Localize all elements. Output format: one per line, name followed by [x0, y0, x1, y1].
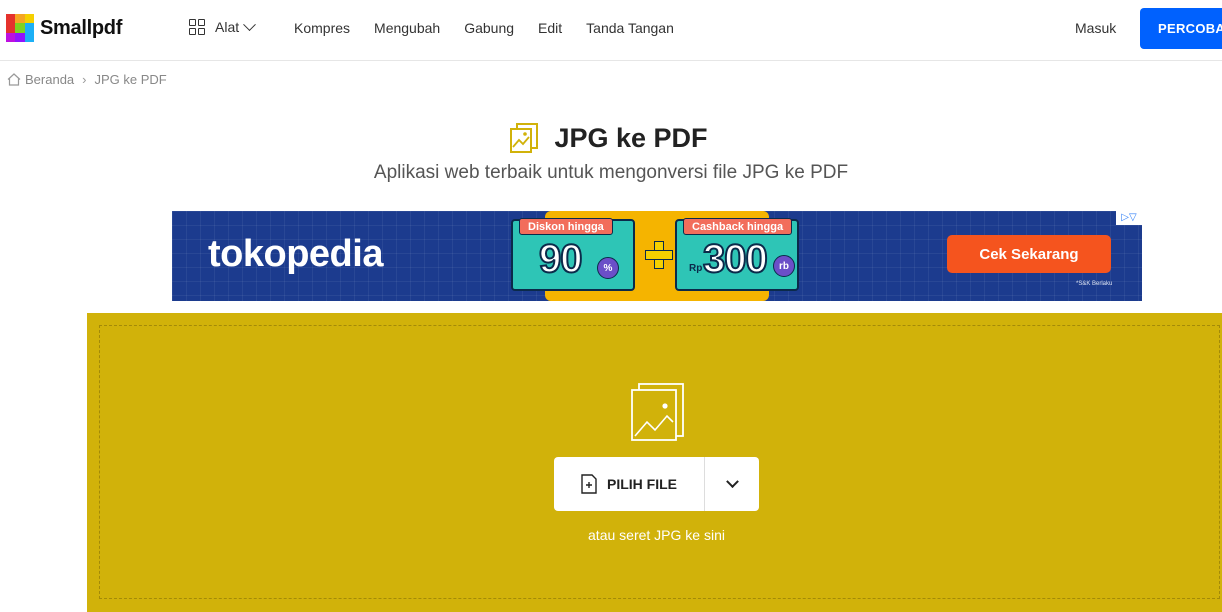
ad-choices-icon[interactable]: ▷▽	[1116, 211, 1142, 225]
nav-link-edit[interactable]: Edit	[538, 20, 562, 36]
pick-source-dropdown-button[interactable]	[705, 457, 759, 511]
ad-promo-cashback-value: 300	[702, 236, 769, 282]
ad-promo-cashback-badge: rb	[773, 255, 795, 277]
page-title-row: JPG ke PDF	[0, 122, 1222, 154]
ad-promo-cashback: Cashback hingga Rp 300 rb	[675, 218, 799, 291]
chevron-down-icon	[725, 474, 739, 488]
tools-menu-button[interactable]: Alat	[189, 17, 256, 35]
nav-link-gabung[interactable]: Gabung	[464, 20, 514, 36]
ad-promo-discount-label: Diskon hingga	[519, 218, 613, 235]
smallpdf-logo-icon	[6, 14, 34, 42]
main-nav: Kompres Mengubah Gabung Edit Tanda Tanga…	[294, 20, 698, 36]
ad-cta-button[interactable]: Cek Sekarang	[947, 235, 1111, 273]
ad-brand-logo: tokopedia	[208, 233, 383, 275]
brand-logo[interactable]: Smallpdf	[6, 14, 122, 42]
pick-file-button[interactable]: PILIH FILE	[554, 457, 704, 511]
ad-promo-cashback-label: Cashback hingga	[683, 218, 793, 235]
page-title: JPG ke PDF	[554, 122, 708, 153]
breadcrumb-current: JPG ke PDF	[94, 72, 167, 87]
breadcrumb-separator: ›	[82, 72, 87, 87]
nav-link-mengubah[interactable]: Mengubah	[374, 20, 440, 36]
ad-banner[interactable]: tokopedia Diskon hingga 90 % Cashback hi…	[172, 211, 1142, 301]
grid-icon	[189, 19, 205, 35]
drop-hint-text: atau seret JPG ke sini	[588, 527, 725, 543]
plus-icon	[645, 241, 673, 269]
try-free-button[interactable]: PERCOBA	[1140, 8, 1222, 49]
ad-promo-discount-value: 90	[538, 236, 583, 282]
breadcrumb: Beranda › JPG ke PDF	[7, 72, 167, 87]
image-file-icon	[631, 383, 684, 441]
pick-file-label: PILIH FILE	[607, 476, 677, 492]
nav-link-tanda-tangan[interactable]: Tanda Tangan	[586, 20, 674, 36]
ad-promo-discount: Diskon hingga 90 %	[511, 218, 635, 291]
nav-link-kompres[interactable]: Kompres	[294, 20, 350, 36]
ad-promo-discount-badge: %	[597, 257, 619, 279]
tools-menu-label: Alat	[215, 19, 240, 35]
page-subtitle: Aplikasi web terbaik untuk mengonversi f…	[373, 162, 849, 183]
pick-file-button-group: PILIH FILE	[554, 457, 759, 511]
image-file-icon	[510, 123, 539, 153]
chevron-down-icon	[243, 17, 256, 31]
ad-promo-cashback-prefix: Rp	[689, 263, 703, 274]
breadcrumb-home[interactable]: Beranda	[25, 72, 74, 87]
login-link[interactable]: Masuk	[1075, 20, 1116, 36]
file-plus-icon	[581, 474, 597, 494]
top-nav-bar: Smallpdf Alat Kompres Mengubah Gabung Ed…	[0, 0, 1222, 61]
ad-terms-text: *S&K Berlaku	[1076, 281, 1113, 287]
brand-name: Smallpdf	[40, 16, 123, 39]
home-icon	[7, 73, 21, 86]
